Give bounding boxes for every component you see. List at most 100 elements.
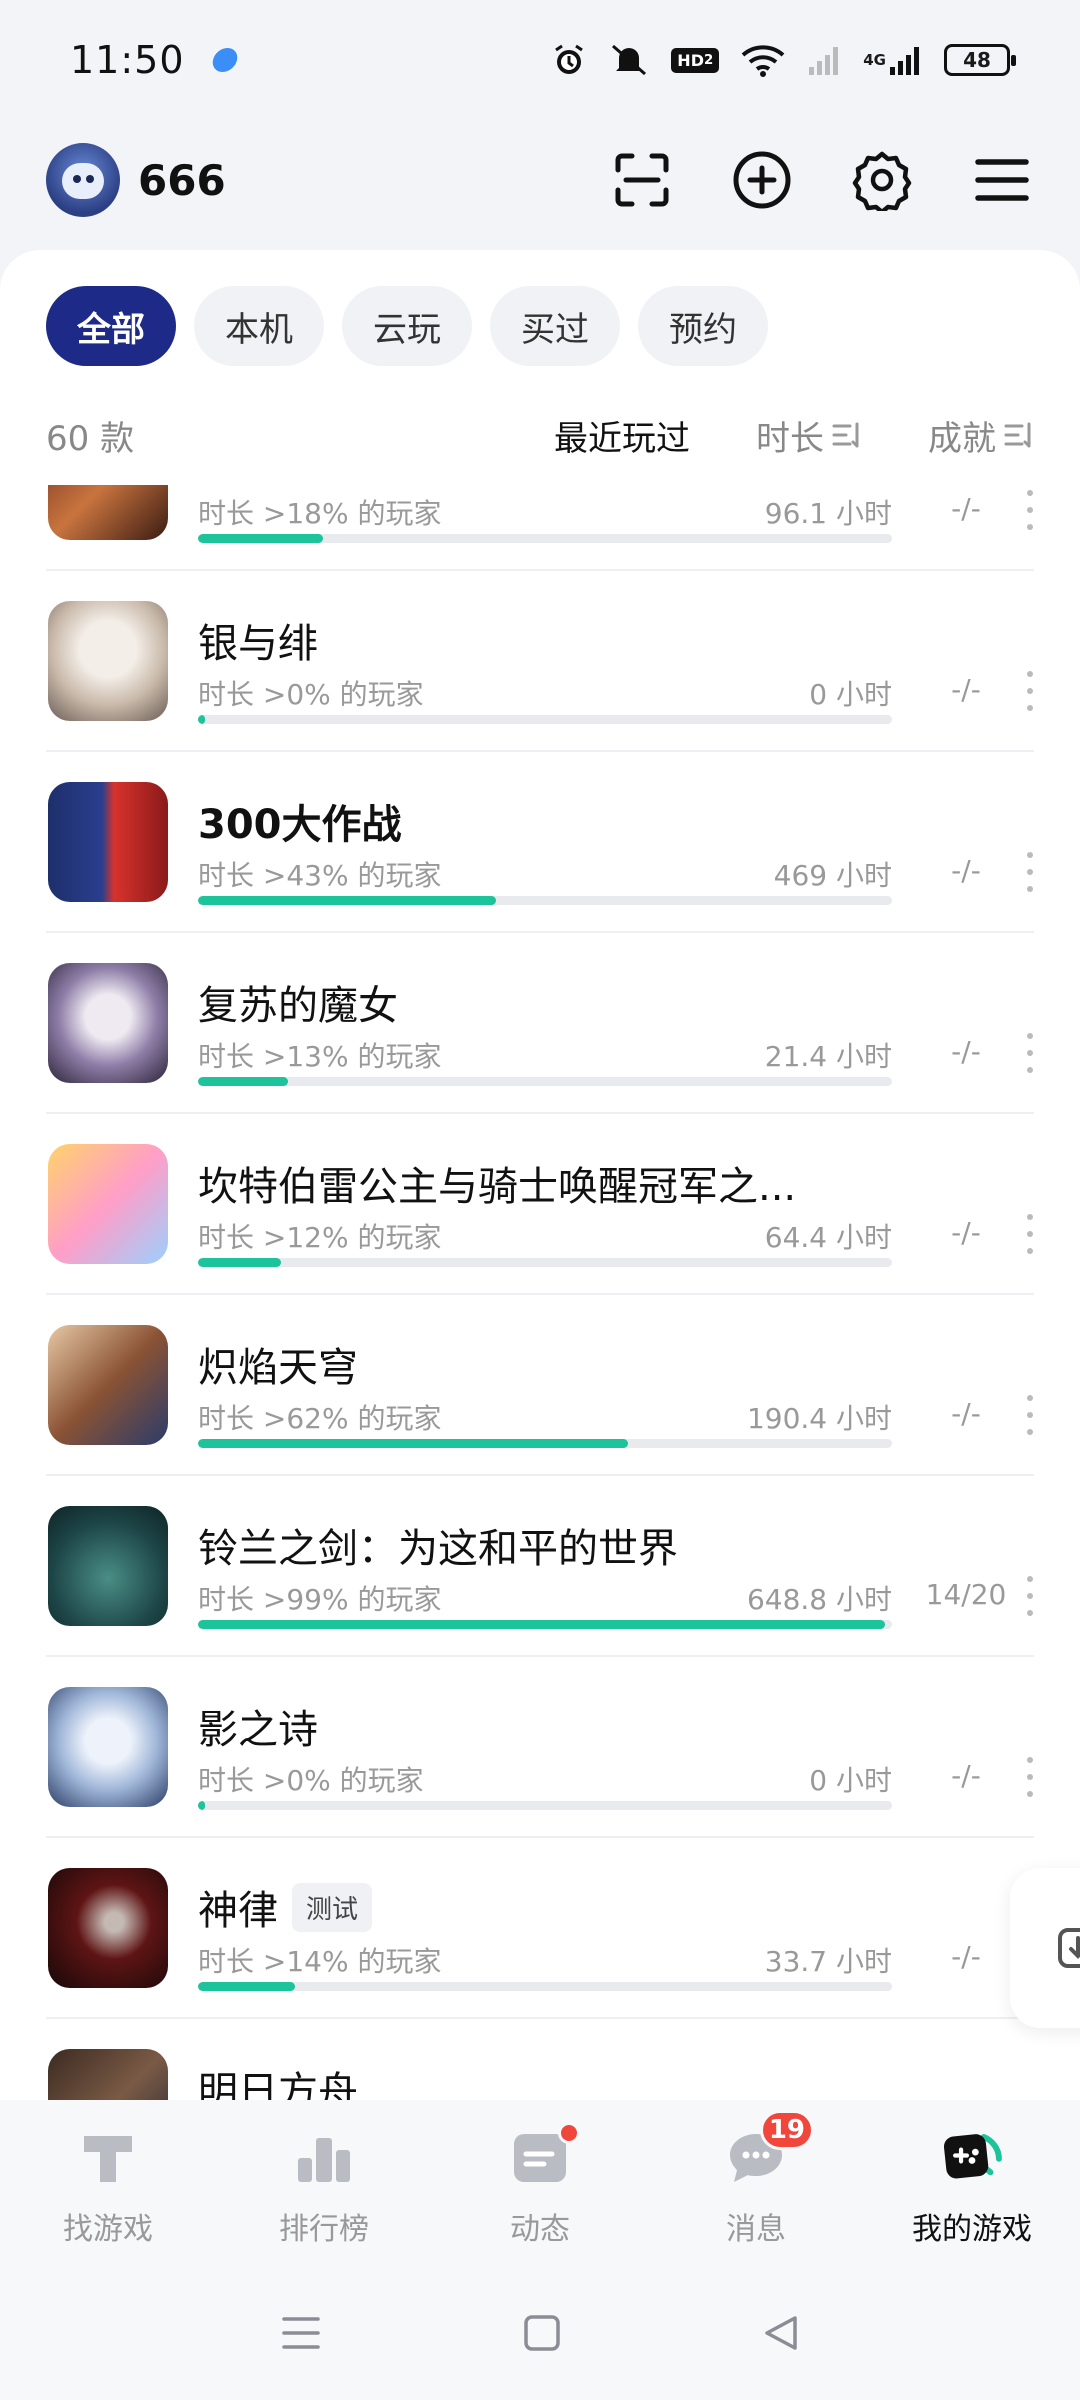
dot: [1027, 1412, 1033, 1418]
more-options-icon[interactable]: [1020, 1576, 1040, 1616]
more-options-icon[interactable]: [1020, 1033, 1040, 1073]
playtime-bar: [198, 1982, 892, 1991]
game-row[interactable]: 铃兰之剑：为这和平的世界 时长 >99% 的玩家 648.8 小时 14/20: [46, 1476, 1034, 1657]
feed-unread-dot: [558, 2122, 580, 2144]
game-icon[interactable]: [48, 485, 168, 540]
game-title[interactable]: 坎特伯雷公主与骑士唤醒冠军之...: [198, 1154, 796, 1212]
settings-button[interactable]: [850, 148, 914, 212]
game-title[interactable]: 神律 测试: [198, 1878, 373, 1936]
game-title[interactable]: 明日方舟: [198, 2059, 358, 2100]
game-list[interactable]: 时长 >18% 的玩家 96.1 小时 -/- 银与绯 时长 >0% 的玩家 0 小时 -/…: [0, 485, 1080, 2100]
nav-feed[interactable]: 动态: [432, 2100, 648, 2270]
download-manager-button[interactable]: [1010, 1868, 1080, 2028]
game-icon[interactable]: [48, 2049, 168, 2100]
playtime-bar-fill: [198, 715, 205, 724]
more-options-icon[interactable]: [1020, 671, 1040, 711]
dot: [1027, 507, 1033, 513]
more-options-icon[interactable]: [1020, 852, 1040, 892]
game-icon[interactable]: [48, 1868, 168, 1988]
more-options-icon[interactable]: [1020, 1757, 1040, 1797]
top-actions: [610, 148, 1034, 212]
nav-my-games[interactable]: 我的游戏: [864, 2100, 1080, 2270]
menu-button[interactable]: [970, 148, 1034, 212]
game-icon[interactable]: [48, 1144, 168, 1264]
game-row[interactable]: 300大作战 时长 >43% 的玩家 469 小时 -/-: [46, 752, 1034, 933]
playtime-bar-fill: [198, 1982, 296, 1991]
filter-chip-local[interactable]: 本机: [194, 286, 324, 366]
dot: [1027, 1429, 1033, 1435]
game-title[interactable]: 300大作战: [198, 792, 402, 850]
more-options-icon[interactable]: [1020, 490, 1040, 530]
gear-icon: [852, 151, 912, 211]
game-row[interactable]: 时长 >18% 的玩家 96.1 小时 -/-: [46, 485, 1034, 571]
playtime-bar: [198, 1801, 892, 1810]
game-icon[interactable]: [48, 963, 168, 1083]
dot: [1027, 852, 1033, 858]
wifi-icon: [741, 43, 785, 77]
sort-achievement-label: 成就: [928, 418, 996, 459]
system-nav-bar: [0, 2270, 1080, 2400]
playtime-percentile: 时长 >62% 的玩家: [198, 1402, 442, 1435]
game-row[interactable]: 影之诗 时长 >0% 的玩家 0 小时 -/-: [46, 1657, 1034, 1838]
filter-chip-cloud[interactable]: 云玩: [342, 286, 472, 366]
dot: [1027, 524, 1033, 530]
dot: [1027, 671, 1033, 677]
nav-messages[interactable]: 19 消息: [648, 2100, 864, 2270]
sort-achievement[interactable]: 成就: [928, 411, 1034, 460]
game-row[interactable]: 银与绯 时长 >0% 的玩家 0 小时 -/-: [46, 571, 1034, 752]
add-button[interactable]: [730, 148, 794, 212]
more-options-icon[interactable]: [1020, 1395, 1040, 1435]
game-icon[interactable]: [48, 1687, 168, 1807]
more-options-icon[interactable]: [1020, 1214, 1040, 1254]
filter-chip-purchased[interactable]: 买过: [490, 286, 620, 366]
avatar[interactable]: [46, 143, 120, 217]
recent-apps-button[interactable]: [281, 2315, 321, 2355]
avatar-eye-left: [73, 175, 81, 183]
game-title[interactable]: 银与绯: [198, 611, 318, 669]
game-title-text: 神律: [198, 1888, 278, 1934]
achievement-count: -/-: [951, 1397, 981, 1430]
sort-recent[interactable]: 最近玩过: [554, 411, 690, 460]
filter-chip-reserved[interactable]: 预约: [638, 286, 768, 366]
game-title[interactable]: 复苏的魔女: [198, 973, 398, 1031]
back-button[interactable]: [763, 2314, 799, 2356]
nav-ranking[interactable]: 排行榜: [216, 2100, 432, 2270]
playtime-bar-fill: [198, 1077, 289, 1086]
nav-label: 动态: [510, 2212, 570, 2247]
playtime-hours: 190.4 小时: [746, 1402, 892, 1435]
sort-icon: [832, 422, 859, 448]
game-row[interactable]: 复苏的魔女 时长 >13% 的玩家 21.4 小时 -/-: [46, 933, 1034, 1114]
user-name[interactable]: 666: [138, 156, 226, 205]
game-title[interactable]: 影之诗: [198, 1697, 318, 1755]
game-title-text: 坎特伯雷公主与骑士唤醒冠军之...: [198, 1164, 797, 1210]
game-title[interactable]: 炽焰天穹: [198, 1335, 358, 1393]
game-row[interactable]: 明日方舟: [46, 2019, 1034, 2100]
home-button[interactable]: [523, 2314, 561, 2356]
achievement-count: -/-: [951, 854, 981, 887]
dot: [1027, 869, 1033, 875]
feed-icon: [508, 2122, 580, 2190]
nav-find-games[interactable]: 找游戏: [0, 2100, 216, 2270]
game-row[interactable]: 神律 测试 时长 >14% 的玩家 33.7 小时 -/-: [46, 1838, 1034, 2019]
game-icon[interactable]: [48, 601, 168, 721]
achievement-count: 14/20: [925, 1578, 1007, 1611]
game-title-text: 复苏的魔女: [198, 983, 398, 1029]
top-bar: 666: [0, 130, 1080, 230]
nav-label: 我的游戏: [912, 2212, 1032, 2247]
message-count-badge: 19: [759, 2110, 814, 2150]
scan-button[interactable]: [610, 148, 674, 212]
sort-row: 60 款 最近玩过 时长 成就: [46, 400, 1034, 470]
game-icon[interactable]: [48, 1325, 168, 1445]
message-icon: 19: [724, 2110, 814, 2190]
game-icon[interactable]: [48, 1506, 168, 1626]
playtime-percentile: 时长 >18% 的玩家: [198, 497, 442, 530]
battery-level: 48: [963, 48, 991, 72]
game-icon[interactable]: [48, 782, 168, 902]
sort-duration[interactable]: 时长: [756, 411, 862, 460]
game-row[interactable]: 炽焰天穹时长 >62% 的玩家 190.4 小时 -/-: [46, 1295, 1034, 1476]
game-title[interactable]: 铃兰之剑：为这和平的世界: [198, 1516, 678, 1574]
game-row[interactable]: 坎特伯雷公主与骑士唤醒冠军之... 时长 >12% 的玩家 64.4 小时 -/-: [46, 1114, 1034, 1295]
dot: [1027, 1248, 1033, 1254]
filter-chip-all[interactable]: 全部: [46, 286, 176, 366]
avatar-eye-right: [86, 175, 94, 183]
